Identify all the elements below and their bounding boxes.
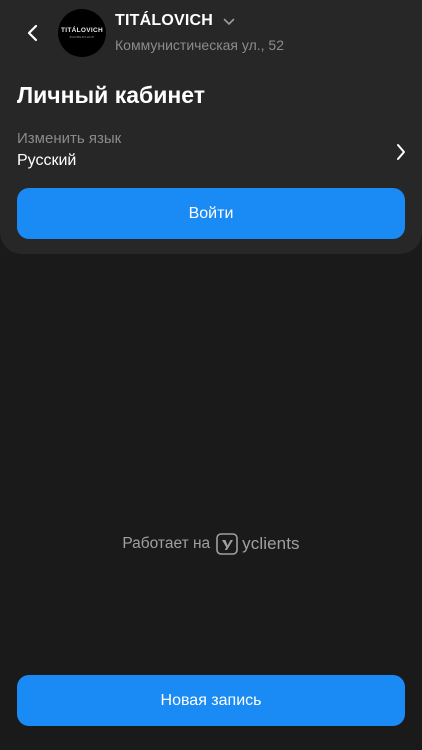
chevron-right-icon (397, 144, 405, 160)
powered-by: Работает на yclients (0, 533, 422, 555)
logo-subtext: BARBERSHOP (69, 35, 95, 39)
yclients-brand: yclients (242, 534, 300, 553)
account-card: TITÁLOVICH BARBERSHOP TITÁLOVICH Коммуни… (0, 0, 422, 254)
logo-wordmark: TITÁLOVICH (61, 27, 103, 34)
language-value: Русский (17, 152, 77, 169)
language-caption: Изменить язык (17, 130, 122, 147)
chevron-left-icon (27, 24, 38, 42)
personal-account-screen: TITÁLOVICH BARBERSHOP TITÁLOVICH Коммуни… (0, 0, 422, 750)
login-button[interactable]: Войти (17, 188, 405, 239)
change-language-row[interactable]: Изменить язык Русский (0, 128, 422, 176)
company-selector[interactable]: TITÁLOVICH (115, 12, 235, 30)
powered-by-label: Работает на (122, 535, 211, 552)
chevron-down-icon (223, 18, 235, 25)
new-booking-button[interactable]: Новая запись (17, 675, 405, 726)
back-button[interactable] (20, 20, 46, 46)
yclients-logo-icon (216, 533, 238, 555)
page-title: Личный кабинет (17, 82, 205, 108)
company-logo: TITÁLOVICH BARBERSHOP (58, 9, 106, 57)
company-address: Коммунистическая ул., 52 (115, 37, 285, 53)
company-name: TITÁLOVICH (115, 12, 213, 29)
